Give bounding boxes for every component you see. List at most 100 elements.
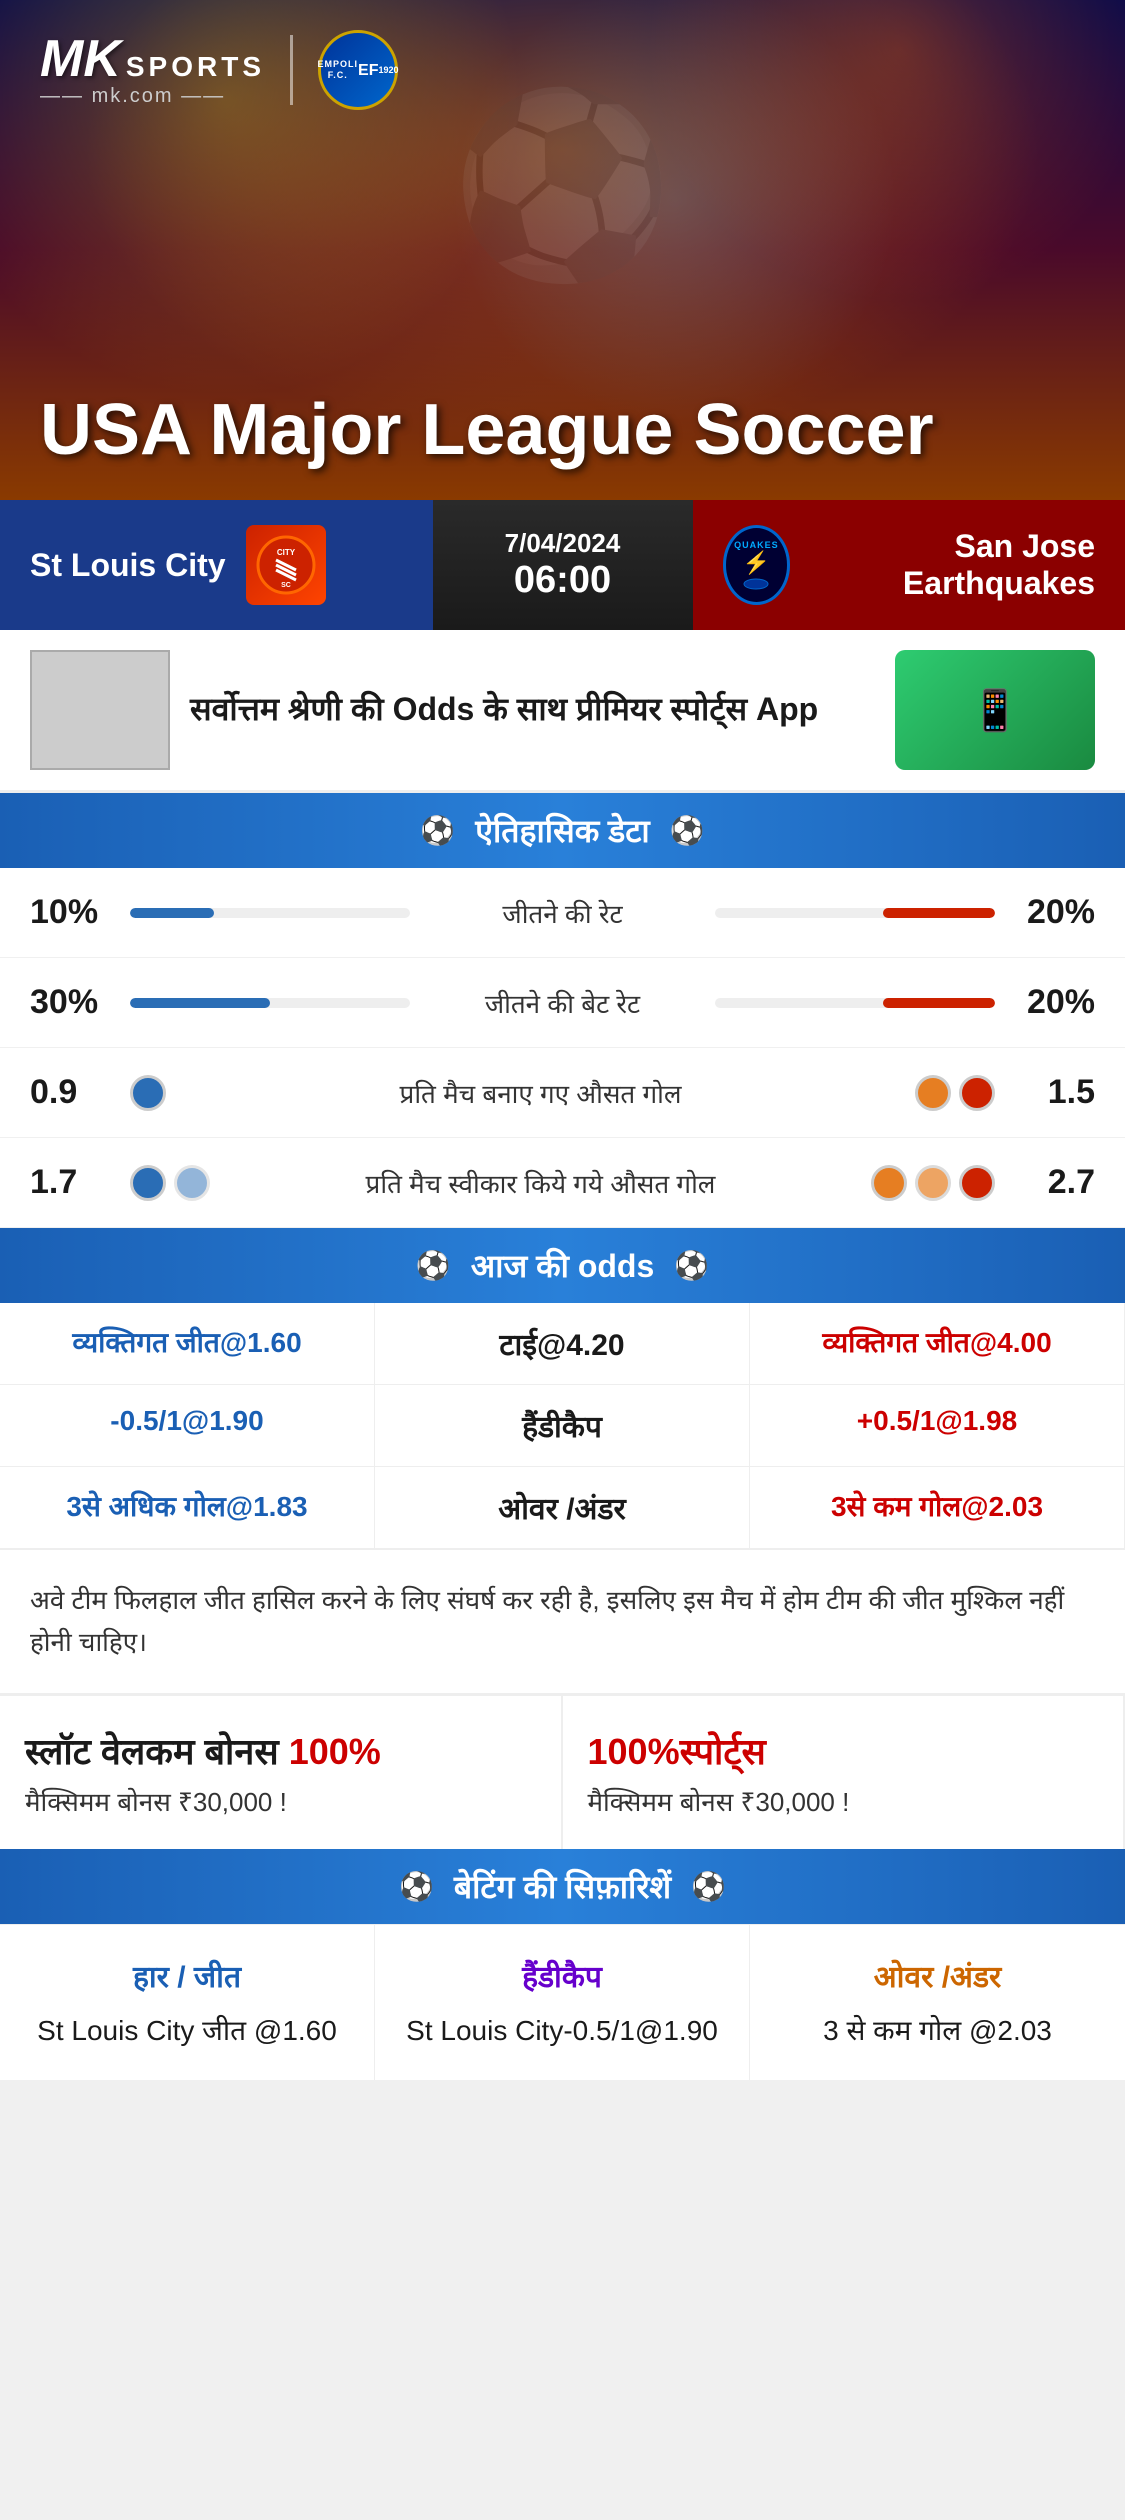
betting-grid: हार / जीत St Louis City जीत @1.60 हैंडीक… [0, 1924, 1125, 2080]
stat-row-goals-scored: 0.9 प्रति मैच बनाए गए औसत गोल 1.5 [0, 1048, 1125, 1138]
betting-section: ⚽ बेटिंग की सिफ़ारिशें ⚽ हार / जीत St Lo… [0, 1849, 1125, 2080]
stat-row-win-rate: 10% जीतने की रेट 20% [0, 868, 1125, 958]
stat-row-goals-conceded: 1.7 प्रति मैच स्वीकार किये गये औसत गोल 2… [0, 1138, 1125, 1228]
icon-row-right-goals-scored [915, 1075, 995, 1111]
app-promo-text: सर्वोत्तम श्रेणी की Odds के साथ प्रीमियर… [190, 689, 875, 731]
betting-col-ou: ओवर /अंडर 3 से कम गोल @2.03 [750, 1925, 1125, 2080]
stat-right-bet-rate: 20% [995, 983, 1095, 1022]
stat-label-goals-conceded: प्रति मैच स्वीकार किये गये औसत गोल [210, 1165, 871, 1201]
betting-col-header-win-loss: हार / जीत [20, 1955, 354, 1996]
stat-label-goals-scored: प्रति मैच बनाए गए औसत गोल [166, 1075, 915, 1111]
icon-row-left-goals-scored [130, 1075, 166, 1111]
bar-track-left-1 [130, 908, 410, 918]
betting-header: ⚽ बेटिंग की सिफ़ारिशें ⚽ [0, 1849, 1125, 1924]
soccer-ball-icon-betting-left: ⚽ [399, 1870, 434, 1903]
svg-text:CITY: CITY [276, 548, 295, 557]
mk-sports-logo: MK SPORTS —— mk.com —— [40, 33, 265, 108]
odds-ou-label: ओवर /अंडर [375, 1467, 750, 1549]
empoli-badge: EMPOLI F.C. EF 1920 [318, 30, 398, 110]
odds-under[interactable]: 3से कम गोल@2.03 [750, 1467, 1125, 1549]
bottom-padding [0, 2080, 1125, 2280]
bar-fill-red-1 [883, 908, 995, 918]
stat-bar-right-win-rate [715, 908, 995, 918]
betting-col-header-ou: ओवर /अंडर [770, 1955, 1105, 1996]
betting-col-header-handicap: हैंडीकैप [395, 1955, 729, 1996]
ball-icon-orange-2 [871, 1165, 907, 1201]
icon-row-right-goals-conceded [871, 1165, 995, 1201]
away-team-badge: QUAKES ⚡ [723, 525, 791, 605]
odds-away-handicap[interactable]: +0.5/1@1.98 [750, 1385, 1125, 1467]
betting-col-value-handicap: St Louis City-0.5/1@1.90 [395, 2011, 729, 2050]
bar-track-right-1 [715, 908, 995, 918]
home-team-section: St Louis City CITY SC [0, 500, 433, 630]
soccer-ball-icon-left: ⚽ [420, 814, 455, 847]
svg-text:SC: SC [281, 582, 291, 589]
stat-right-win-rate: 20% [995, 893, 1095, 932]
odds-section: ⚽ आज की odds ⚽ व्यक्तिगत जीत@1.60 टाई@4.… [0, 1228, 1125, 1549]
ball-icon-red-2 [959, 1165, 995, 1201]
betting-title: बेटिंग की सिफ़ारिशें [454, 1865, 671, 1908]
bar-track-left-2 [130, 998, 410, 1008]
bar-fill-blue-2 [130, 998, 270, 1008]
sports-text: SPORTS [126, 53, 265, 81]
ball-icon-orange-1 [915, 1075, 951, 1111]
bonus-section: स्लॉट वेलकम बोनस 100% मैक्सिमम बोनस ₹30,… [0, 1693, 1125, 1849]
bar-fill-red-2 [883, 998, 995, 1008]
historical-section: ⚽ ऐतिहासिक डेटा ⚽ 10% जीतने की रेट 20% 3… [0, 793, 1125, 1228]
odds-home-handicap[interactable]: -0.5/1@1.90 [0, 1385, 375, 1467]
stat-row-bet-rate: 30% जीतने की बेट रेट 20% [0, 958, 1125, 1048]
bonus-slots-subtitle: मैक्सिमम बोनस ₹30,000 ! [25, 1783, 536, 1819]
app-promo-image-placeholder [30, 650, 170, 770]
soccer-ball-icon-right: ⚽ [670, 814, 705, 847]
bar-track-right-2 [715, 998, 995, 1008]
stat-label-bet-rate: जीतने की बेट रेट [410, 985, 715, 1021]
stat-right-goals-conceded: 2.7 [995, 1163, 1095, 1202]
match-date: 7/04/2024 [505, 528, 621, 559]
logo-divider [290, 35, 293, 105]
stat-left-bet-rate: 30% [30, 983, 130, 1022]
stat-bar-left-win-rate [130, 908, 410, 918]
stat-label-win-rate: जीतने की रेट [410, 895, 715, 931]
stat-bar-right-bet-rate [715, 998, 995, 1008]
betting-col-handicap: हैंडीकैप St Louis City-0.5/1@1.90 [375, 1925, 750, 2080]
odds-over[interactable]: 3से अधिक गोल@1.83 [0, 1467, 375, 1549]
ball-icon-blue-1 [130, 1075, 166, 1111]
away-team-name: San Jose Earthquakes [810, 528, 1095, 602]
ball-icon-red-1 [959, 1075, 995, 1111]
bonus-sports-title: 100%स्पोर्ट्स [588, 1726, 1099, 1775]
ball-icon-orange-3 [915, 1165, 951, 1201]
odds-home-win[interactable]: व्यक्तिगत जीत@1.60 [0, 1303, 375, 1385]
note-text: अवे टीम फिलहाल जीत हासिल करने के लिए संघ… [0, 1549, 1125, 1693]
betting-col-value-ou: 3 से कम गोल @2.03 [770, 2011, 1105, 2050]
soccer-ball-icon-odds-left: ⚽ [416, 1249, 451, 1282]
banner-title: USA Major League Soccer [40, 391, 1085, 470]
soccer-ball-icon-odds-right: ⚽ [674, 1249, 709, 1282]
app-screenshots: 📱 [895, 650, 1095, 770]
historical-header: ⚽ ऐतिहासिक डेटा ⚽ [0, 793, 1125, 868]
stat-left-goals-scored: 0.9 [30, 1073, 130, 1112]
odds-away-win[interactable]: व्यक्तिगत जीत@4.00 [750, 1303, 1125, 1385]
quakes-icon: ⚡ [743, 550, 770, 576]
bonus-card-sports[interactable]: 100%स्पोर्ट्स मैक्सिमम बोनस ₹30,000 ! [563, 1696, 1125, 1849]
bonus-card-slots[interactable]: स्लॉट वेलकम बोनस 100% मैक्सिमम बोनस ₹30,… [0, 1696, 563, 1849]
odds-header: ⚽ आज की odds ⚽ [0, 1228, 1125, 1303]
note-content: अवे टीम फिलहाल जीत हासिल करने के लिए संघ… [30, 1585, 1064, 1657]
ball-icon-blue-2 [130, 1165, 166, 1201]
soccer-ball-icon-betting-right: ⚽ [691, 1870, 726, 1903]
home-team-badge: CITY SC [246, 525, 326, 605]
odds-grid: व्यक्तिगत जीत@1.60 टाई@4.20 व्यक्तिगत जी… [0, 1303, 1125, 1549]
match-time: 06:00 [514, 559, 611, 602]
stat-bar-left-bet-rate [130, 998, 410, 1008]
app-promo-banner[interactable]: सर्वोत्तम श्रेणी की Odds के साथ प्रीमियर… [0, 630, 1125, 793]
match-header: St Louis City CITY SC 7/04/2024 06:00 QU… [0, 500, 1125, 630]
icon-row-left-goals-conceded [130, 1165, 210, 1201]
home-team-name: St Louis City [30, 547, 226, 584]
odds-tie[interactable]: टाई@4.20 [375, 1303, 750, 1385]
stat-left-win-rate: 10% [30, 893, 130, 932]
betting-col-win-loss: हार / जीत St Louis City जीत @1.60 [0, 1925, 375, 2080]
mk-logo-text: MK [40, 33, 121, 85]
quakes-label: QUAKES [734, 540, 779, 550]
header-banner: MK SPORTS —— mk.com —— EMPOLI F.C. EF 19… [0, 0, 1125, 500]
bonus-slots-title: स्लॉट वेलकम बोनस 100% [25, 1726, 536, 1775]
historical-title: ऐतिहासिक डेटा [475, 809, 649, 852]
